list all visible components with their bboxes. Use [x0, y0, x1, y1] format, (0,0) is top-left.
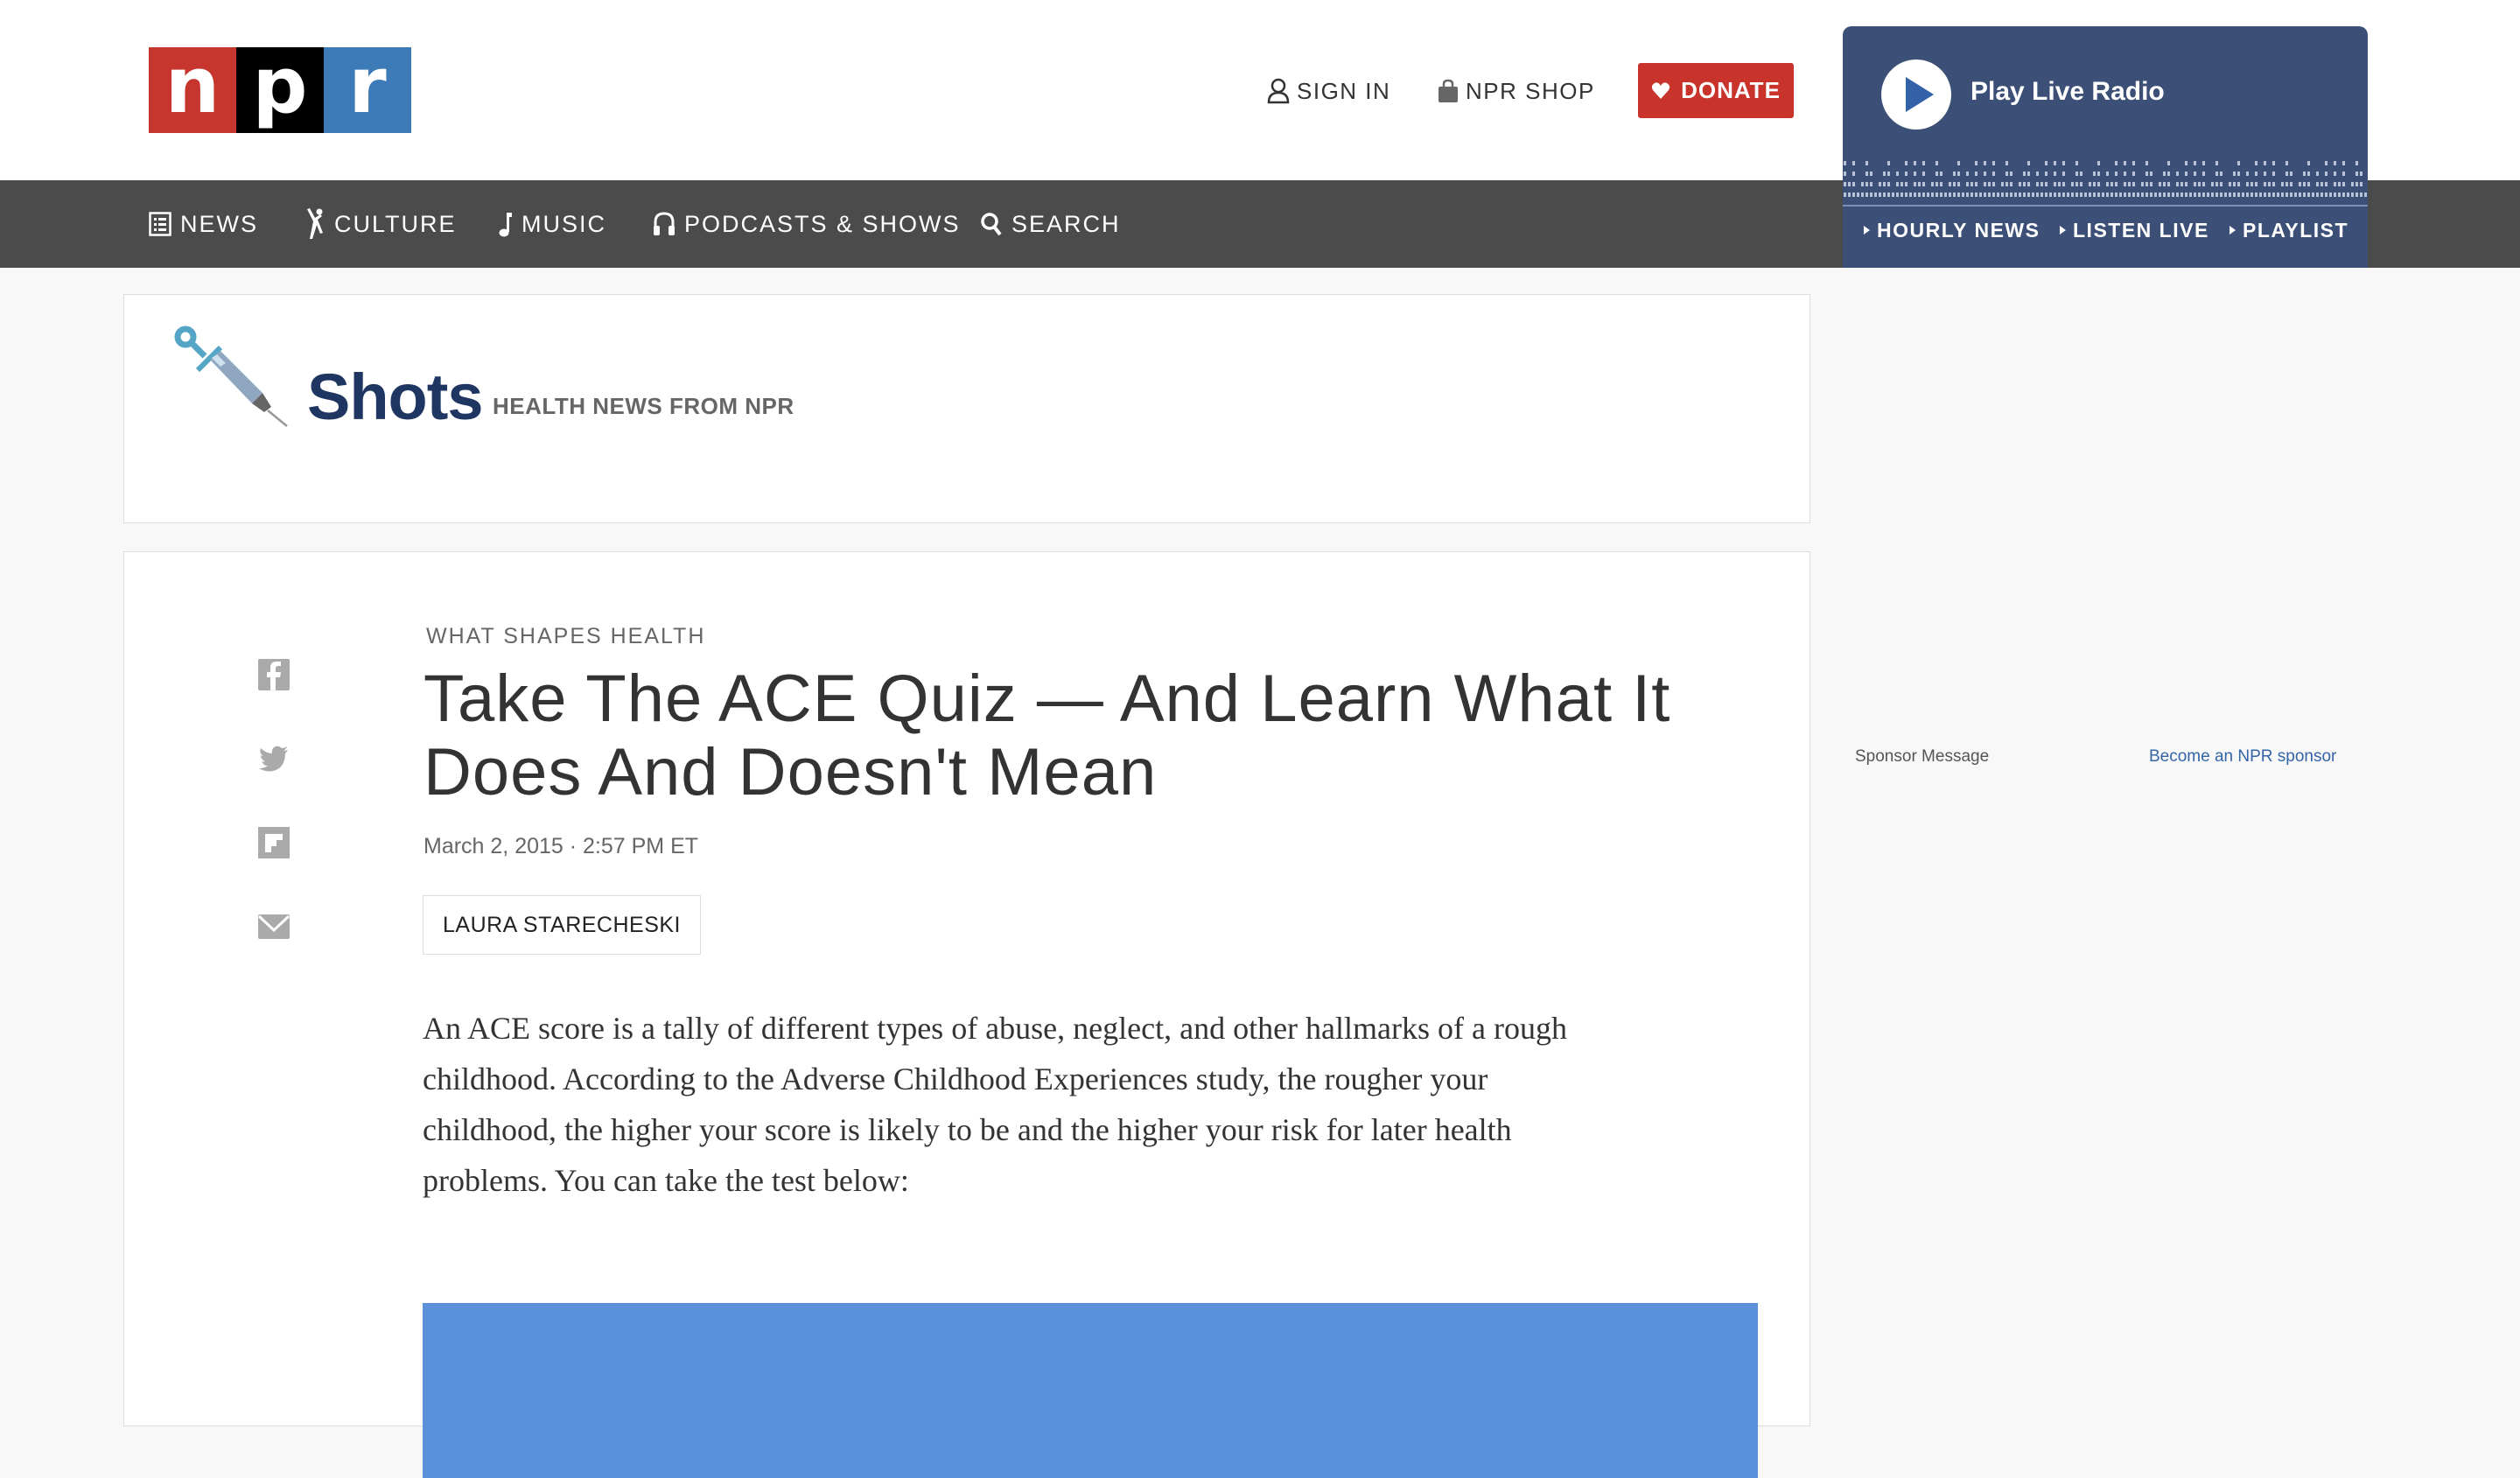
email-icon[interactable]: [258, 911, 290, 942]
donate-button[interactable]: DONATE: [1638, 63, 1794, 118]
news-list-icon: [149, 212, 172, 236]
blog-name: Shots: [307, 361, 484, 433]
sign-in-label: SIGN IN: [1297, 77, 1391, 104]
heart-icon: [1651, 81, 1670, 99]
logo-letter-r: r: [324, 47, 411, 133]
nav-item-search[interactable]: SEARCH: [980, 200, 1121, 249]
play-triangle-icon: [2230, 226, 2236, 235]
play-triangle-icon: [2060, 226, 2066, 235]
music-note-icon: [499, 213, 512, 237]
npr-shop-link[interactable]: NPR SHOP: [1438, 74, 1595, 109]
sponsor-message-label: Sponsor Message: [1855, 747, 1990, 766]
radio-link-label: LISTEN LIVE: [2073, 218, 2209, 242]
shopping-bag-icon: [1438, 79, 1458, 102]
article-body-paragraph: An ACE score is a tally of different typ…: [423, 1011, 1567, 1198]
radio-link-label: PLAYLIST: [2243, 218, 2349, 242]
sign-in-link[interactable]: SIGN IN: [1267, 74, 1390, 109]
audio-waveform-decoration: [1843, 161, 2368, 207]
live-radio-panel: Play Live Radio HOURLY NEWS LISTEN LIVE …: [1843, 26, 2368, 268]
byline-author-link[interactable]: LAURA STARECHESKI: [423, 895, 702, 955]
nav-label: NEWS: [180, 210, 258, 237]
play-live-radio-label[interactable]: Play Live Radio: [1970, 77, 2165, 107]
user-icon: [1267, 78, 1290, 104]
nav-item-podcasts-shows[interactable]: PODCASTS & SHOWS: [653, 200, 961, 249]
search-icon: [981, 213, 1002, 236]
nav-item-news[interactable]: NEWS: [149, 200, 258, 249]
article-card: WHAT SHAPES HEALTH Take The ACE Quiz — A…: [123, 551, 1810, 1478]
nav-label: PODCASTS & SHOWS: [684, 210, 961, 237]
npr-shop-label: NPR SHOP: [1466, 77, 1595, 104]
nav-item-culture[interactable]: CULTURE: [304, 200, 457, 249]
playlist-link[interactable]: PLAYLIST: [2230, 208, 2348, 252]
nav-item-music[interactable]: MUSIC: [499, 200, 606, 249]
npr-logo[interactable]: n p r: [149, 0, 411, 180]
article-headline: Take The ACE Quiz — And Learn What It Do…: [424, 662, 1671, 809]
become-sponsor-link[interactable]: Become an NPR sponsor: [2149, 747, 2336, 767]
play-icon: [1906, 77, 1934, 112]
syringe-icon: [174, 326, 288, 427]
nav-label: MUSIC: [522, 210, 606, 237]
article-slug[interactable]: WHAT SHAPES HEALTH: [426, 624, 705, 649]
logo-letter-n: n: [149, 47, 236, 133]
flipboard-icon[interactable]: [258, 827, 290, 858]
hourly-news-link[interactable]: HOURLY NEWS: [1864, 208, 2040, 252]
logo-letter-p: p: [236, 47, 324, 133]
blog-header[interactable]: Shots HEALTH NEWS FROM NPR: [123, 294, 1810, 523]
facebook-icon[interactable]: [258, 659, 290, 690]
article-date: March 2, 2015 · 2:57 PM ET: [424, 834, 699, 858]
nav-label: SEARCH: [1012, 210, 1121, 237]
blog-tagline: HEALTH NEWS FROM NPR: [493, 393, 794, 419]
headphones-icon: [654, 212, 675, 235]
nav-label: CULTURE: [334, 210, 457, 237]
dancer-icon: [307, 208, 323, 239]
radio-link-label: HOURLY NEWS: [1877, 218, 2040, 242]
ace-quiz-embed[interactable]: [423, 1303, 1758, 1478]
listen-live-link[interactable]: LISTEN LIVE: [2060, 208, 2209, 252]
play-live-radio-button[interactable]: [1881, 60, 1951, 130]
twitter-icon[interactable]: [258, 743, 290, 774]
donate-label: DONATE: [1681, 77, 1781, 103]
play-triangle-icon: [1864, 226, 1870, 235]
